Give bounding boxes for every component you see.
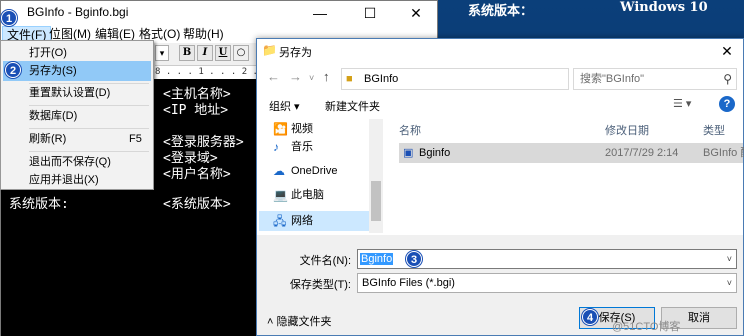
chevron-up-icon: ˄ [267,316,274,328]
menu-item-open[interactable]: 打开(O) [3,43,151,63]
bold-button[interactable]: B [179,45,195,61]
organize-button[interactable]: 组织 ▾ [269,98,300,114]
computer-icon: 💻 [273,188,288,202]
chevron-down-icon: ˅ [726,278,732,288]
command-bar: 组织 ▾ 新建文件夹 ☰ ▾ ? [257,93,743,117]
up-arrow-icon[interactable]: ↑ [323,69,330,84]
navigation-scrollbar[interactable] [369,119,383,233]
video-icon: 🎦 [273,122,288,136]
nav-item-label: 此电脑 [291,189,324,201]
filetype-select[interactable]: BGInfo Files (*.bgi) ˅ [357,273,737,293]
address-bar[interactable]: ■ BGInfo ↻ [341,68,647,90]
nav-item-onedrive[interactable]: ☁ OneDrive [259,161,359,181]
chevron-down-icon[interactable]: ˅ [727,250,732,268]
menu-item-label: 退出而不保存(Q) [29,156,111,168]
step-badge-2: 2 [5,62,21,78]
new-folder-button[interactable]: 新建文件夹 [325,98,380,114]
dialog-title: 另存为 [279,47,312,59]
menu-item-refresh[interactable]: 刷新(R) F5 [3,129,151,149]
search-input[interactable]: 搜索"BGInfo" ⚲ [573,68,737,90]
desktop-value: Windows 10 [620,0,708,15]
nav-item-label: 视频 [291,123,313,135]
file-name: Bginfo [419,147,451,159]
window-title: BGInfo - Bginfo.bgi [27,5,129,19]
menu-help[interactable]: 帮助(H) [179,26,228,42]
editor-line: <IP 地址> [163,103,229,118]
watermark: @51CTO博客 [612,321,681,333]
nav-item-this-pc[interactable]: 💻 此电脑 [259,185,359,205]
step-badge-1: 1 [1,10,17,26]
column-header-date[interactable]: 修改日期 [605,122,649,138]
editor-line: <用户名称> [163,167,231,182]
file-date: 2017/7/29 2:14 [605,147,679,159]
navigation-pane: 🎦 视频 ♪ 音乐 ☁ OneDrive 💻 此电脑 🖧 网络 [257,117,385,233]
italic-button[interactable]: I [197,45,213,61]
step-badge-3: 3 [406,251,422,267]
back-arrow-icon[interactable]: ← [267,69,280,84]
filename-value: Bginfo [360,253,394,265]
desktop-label: 系统版本： [468,4,534,19]
menu-item-database[interactable]: 数据库(D) [3,106,151,126]
filename-label: 文件名(N): [299,255,351,267]
menu-item-label: 重置默认设置(D) [29,87,111,99]
network-icon: 🖧 [273,214,287,228]
menu-item-label: 应用并退出(X) [29,174,99,186]
folder-icon: 📁 [262,43,277,57]
search-placeholder: 搜索"BGInfo" [580,73,645,85]
menu-item-label: 刷新(R) [29,133,67,145]
menu-item-shortcut: F5 [129,133,142,145]
address-text: BGInfo [364,73,399,85]
forward-arrow-icon[interactable]: → [289,69,302,84]
menu-item-label: 数据库(D) [29,110,78,122]
nav-item-videos[interactable]: 🎦 视频 [271,119,371,139]
folder-icon: ■ [346,73,353,85]
underline-button[interactable]: U [215,45,231,61]
menu-item-label: 另存为(S) [29,65,77,77]
menu-item-save-as[interactable]: 另存为(S) [3,61,151,81]
editor-line: <系统版本> [163,197,231,212]
save-as-dialog: 📁 另存为 ✕ ← → ˅ ↑ ■ BGInfo ↻ 搜索"BGInfo" ⚲ … [256,38,744,336]
menu-item-label: 打开(O) [29,47,67,59]
hide-folders-toggle[interactable]: ˄ 隐藏文件夹 [267,313,332,329]
music-icon: ♪ [273,140,279,154]
nav-item-label: 网络 [291,215,313,227]
step-badge-4: 4 [582,309,598,325]
filetype-value: BGInfo Files (*.bgi) [362,277,455,289]
nav-item-network[interactable]: 🖧 网络 [259,211,369,231]
nav-item-music[interactable]: ♪ 音乐 [271,137,371,157]
dialog-close-button[interactable]: ✕ [715,41,739,61]
menu-item-apply-and-exit[interactable]: 应用并退出(X) [3,170,151,190]
scrollbar-thumb[interactable] [371,181,381,221]
file-type: BGInfo 配 [703,147,744,159]
recent-dropdown-icon[interactable]: ˅ [309,73,314,83]
bginfo-titlebar: BGInfo - Bginfo.bgi — ☐ ✕ [1,1,437,25]
nav-item-label: 音乐 [291,141,313,153]
help-icon[interactable]: ? [719,96,735,112]
menu-item-reset-defaults[interactable]: 重置默认设置(D) [3,83,151,103]
editor-label: 系统版本: [9,197,69,212]
cloud-icon: ☁ [273,164,285,178]
dialog-titlebar: 📁 另存为 ✕ [257,39,743,63]
search-icon: ⚲ [723,72,732,86]
file-row[interactable]: ▣ Bginfo 2017/7/29 2:14 BGInfo 配 [399,143,744,163]
close-button[interactable]: ✕ [393,1,439,25]
nav-item-label: OneDrive [291,165,338,177]
hide-folders-label: 隐藏文件夹 [276,316,332,328]
file-menu-dropdown: 打开(O) 另存为(S) 重置默认设置(D) 数据库(D) 刷新(R) F5 退出… [0,40,154,190]
menu-item-exit-without-saving[interactable]: 退出而不保存(Q) [3,152,151,172]
bginfo-file-icon: ▣ [403,147,414,159]
font-icon[interactable]: ○ [233,45,249,61]
file-list: 名称 修改日期 类型 ▣ Bginfo 2017/7/29 2:14 BGInf… [387,117,744,233]
column-header-type[interactable]: 类型 [703,122,725,138]
filetype-label: 保存类型(T): [289,279,351,291]
column-header-name[interactable]: 名称 [399,122,421,138]
view-options-icon[interactable]: ☰ ▾ [673,97,691,110]
maximize-button[interactable]: ☐ [347,1,393,25]
navigation-bar: ← → ˅ ↑ ■ BGInfo ↻ 搜索"BGInfo" ⚲ [257,65,743,91]
minimize-button[interactable]: — [297,1,343,25]
font-size-dropdown[interactable]: ▾ [155,45,169,61]
